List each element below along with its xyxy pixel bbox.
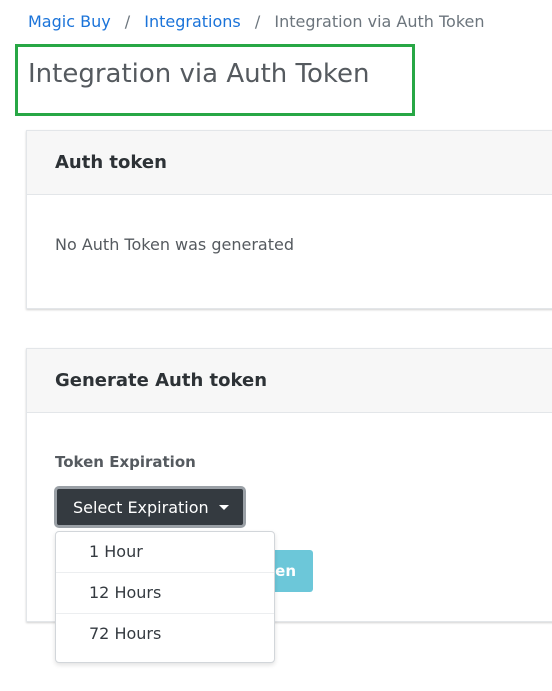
select-expiration-dropdown[interactable]: Select Expiration xyxy=(54,486,246,528)
dropdown-item-72-hours[interactable]: 72 Hours xyxy=(56,614,274,654)
dropdown-item-1-hour[interactable]: 1 Hour xyxy=(56,532,274,573)
no-token-message: No Auth Token was generated xyxy=(55,235,294,254)
breadcrumb-link-magic-buy[interactable]: Magic Buy xyxy=(28,12,111,31)
auth-token-card-header: Auth token xyxy=(27,131,552,195)
token-expiration-label: Token Expiration xyxy=(55,453,196,471)
expiration-dropdown-menu: 1 Hour 12 Hours 72 Hours xyxy=(55,531,275,663)
auth-token-card: Auth token No Auth Token was generated xyxy=(26,130,552,309)
breadcrumb-link-integrations[interactable]: Integrations xyxy=(144,12,241,31)
select-expiration-label: Select Expiration xyxy=(73,497,209,517)
breadcrumb: Magic Buy / Integrations / Integration v… xyxy=(28,11,485,33)
dropdown-item-12-hours[interactable]: 12 Hours xyxy=(56,573,274,614)
breadcrumb-separator: / xyxy=(254,12,261,31)
caret-down-icon xyxy=(218,504,229,510)
breadcrumb-separator: / xyxy=(124,12,131,31)
generate-token-card-header: Generate Auth token xyxy=(27,349,552,413)
breadcrumb-current: Integration via Auth Token xyxy=(274,12,485,31)
page-title: Integration via Auth Token xyxy=(28,59,370,89)
